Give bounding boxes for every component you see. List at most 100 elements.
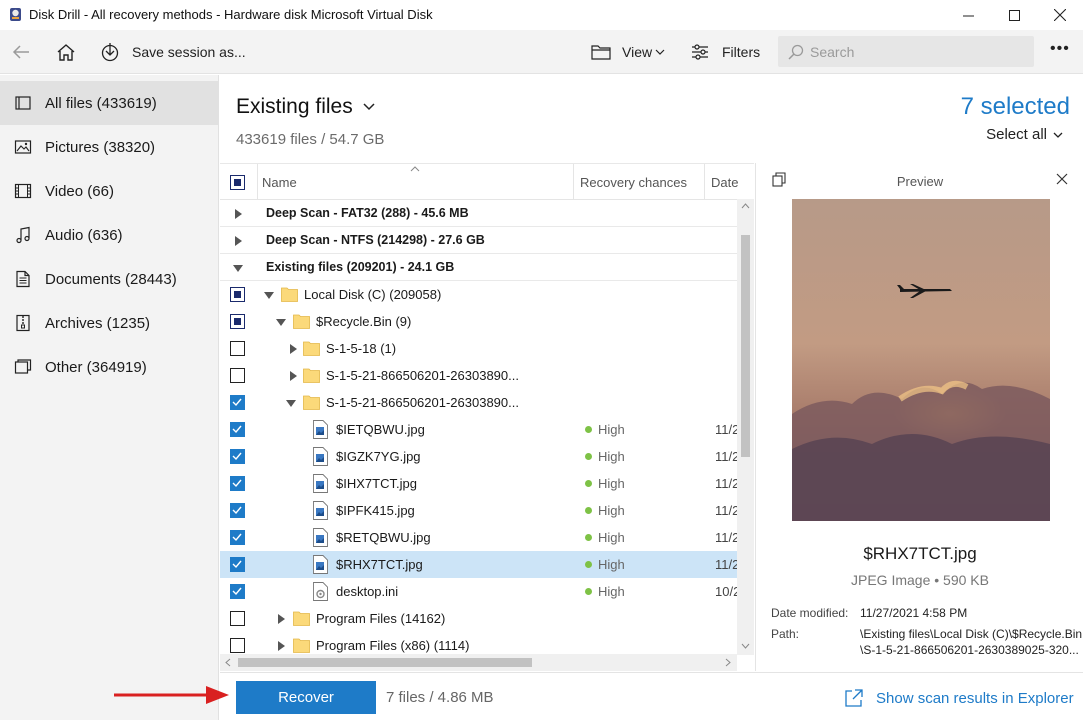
column-header-name[interactable]: Name xyxy=(262,175,297,190)
sidebar-item-video[interactable]: Video (66) xyxy=(0,169,219,213)
row-checkbox[interactable] xyxy=(230,557,245,572)
table-row-selected[interactable]: $RHX7TCT.jpg High 11/2 xyxy=(220,551,739,578)
preview-title: Preview xyxy=(896,174,944,189)
date-modified-value: 11/27/2021 4:58 PM xyxy=(860,606,968,620)
image-file-icon xyxy=(313,474,328,493)
row-checkbox[interactable] xyxy=(230,395,245,410)
row-date: 11/2 xyxy=(715,530,740,545)
row-checkbox[interactable] xyxy=(230,287,245,302)
scroll-right-icon[interactable] xyxy=(725,658,731,667)
scroll-down-icon[interactable] xyxy=(741,643,750,649)
close-preview-icon[interactable] xyxy=(1056,173,1068,185)
table-row[interactable]: Local Disk (C) (209058) xyxy=(220,281,737,308)
folder-icon xyxy=(303,368,320,383)
collapse-arrow-icon[interactable] xyxy=(232,262,244,274)
page-title[interactable]: Existing files xyxy=(236,95,353,119)
collapse-arrow-icon[interactable] xyxy=(285,397,297,409)
sort-ascending-icon xyxy=(410,166,420,172)
table-row[interactable]: desktop.ini High 10/2 xyxy=(220,578,740,605)
select-all-button[interactable]: Select all xyxy=(986,126,1047,143)
save-session-button[interactable]: Save session as... xyxy=(132,44,246,60)
scrollbar-thumb[interactable] xyxy=(741,235,750,457)
row-checkbox[interactable] xyxy=(230,341,245,356)
show-in-explorer-link[interactable]: Show scan results in Explorer xyxy=(845,687,1074,709)
view-folder-icon-wrap[interactable] xyxy=(588,39,614,65)
table-row[interactable]: Existing files (209201) - 24.1 GB xyxy=(220,254,737,281)
table-row[interactable]: $IPFK415.jpg High 11/2 xyxy=(220,497,739,524)
sidebar-item-all-files[interactable]: All files (433619) xyxy=(0,81,219,125)
sidebar-item-other[interactable]: Other (364919) xyxy=(0,345,219,389)
close-icon xyxy=(1054,9,1066,21)
row-checkbox[interactable] xyxy=(230,449,245,464)
expand-arrow-icon[interactable] xyxy=(275,640,287,652)
expand-arrow-icon[interactable] xyxy=(232,208,244,220)
header-checkbox[interactable] xyxy=(230,175,245,190)
view-menu[interactable]: View xyxy=(622,44,652,60)
search-input[interactable] xyxy=(810,36,1026,67)
sidebar-item-pictures[interactable]: Pictures (38320) xyxy=(0,125,219,169)
expand-arrow-icon[interactable] xyxy=(275,613,287,625)
row-checkbox[interactable] xyxy=(230,503,245,518)
row-checkbox[interactable] xyxy=(230,638,245,653)
disk-drill-app-icon xyxy=(10,8,21,21)
row-checkbox[interactable] xyxy=(230,476,245,491)
row-checkbox[interactable] xyxy=(230,530,245,545)
expand-arrow-icon[interactable] xyxy=(287,343,299,355)
table-row[interactable]: $RETQBWU.jpg High 11/2 xyxy=(220,524,740,551)
checkmark-icon xyxy=(232,398,242,407)
more-options-button[interactable]: ••• xyxy=(1050,40,1070,58)
folder-icon xyxy=(293,611,310,626)
sidebar-item-label: Video (66) xyxy=(45,183,114,200)
table-row[interactable]: $IGZK7YG.jpg High 11/2 xyxy=(220,443,739,470)
home-button[interactable] xyxy=(53,39,79,65)
row-checkbox[interactable] xyxy=(230,611,245,626)
table-row[interactable]: Deep Scan - NTFS (214298) - 27.6 GB xyxy=(220,227,737,254)
column-header-recovery-chances[interactable]: Recovery chances xyxy=(580,175,687,190)
horizontal-scrollbar[interactable] xyxy=(220,654,737,671)
chevron-down-icon[interactable] xyxy=(361,99,377,115)
table-row[interactable]: S-1-5-21-866506201-26303890... xyxy=(220,389,737,416)
maximize-button[interactable] xyxy=(991,0,1037,30)
table-row[interactable]: $IHX7TCT.jpg High 11/2 xyxy=(220,470,739,497)
selected-count: 7 selected xyxy=(960,93,1070,120)
preview-image xyxy=(792,199,1050,521)
table-row[interactable]: S-1-5-18 (1) xyxy=(220,335,737,362)
row-checkbox[interactable] xyxy=(230,584,245,599)
expand-arrow-icon[interactable] xyxy=(287,370,299,382)
collapse-arrow-icon[interactable] xyxy=(275,316,287,328)
table-row[interactable]: $Recycle.Bin (9) xyxy=(220,308,737,335)
table-row[interactable]: Deep Scan - FAT32 (288) - 45.6 MB xyxy=(220,200,737,227)
recover-button[interactable]: Recover xyxy=(236,681,376,714)
table-row[interactable]: $IETQBWU.jpg High 11/2 xyxy=(220,416,739,443)
row-checkbox[interactable] xyxy=(230,422,245,437)
row-checkbox[interactable] xyxy=(230,368,245,383)
minimize-icon xyxy=(962,15,974,16)
collapse-arrow-icon[interactable] xyxy=(263,289,275,301)
chevron-down-icon[interactable] xyxy=(1052,129,1064,141)
scrollbar-thumb[interactable] xyxy=(238,658,532,667)
search-box[interactable] xyxy=(778,36,1034,67)
image-file-icon xyxy=(313,555,328,574)
expand-arrow-icon[interactable] xyxy=(232,235,244,247)
row-checkbox[interactable] xyxy=(230,314,245,329)
sidebar-item-documents[interactable]: Documents (28443) xyxy=(0,257,219,301)
filters-icon-wrap[interactable] xyxy=(687,39,713,65)
search-icon xyxy=(788,44,804,60)
checkmark-icon xyxy=(232,479,242,488)
sidebar-item-audio[interactable]: Audio (636) xyxy=(0,213,219,257)
scroll-left-icon[interactable] xyxy=(225,658,231,667)
row-name: $IETQBWU.jpg xyxy=(336,422,425,437)
sidebar-item-archives[interactable]: Archives (1235) xyxy=(0,301,219,345)
row-name: Local Disk (C) (209058) xyxy=(304,287,442,302)
vertical-scrollbar[interactable] xyxy=(737,199,754,655)
close-button[interactable] xyxy=(1037,0,1083,30)
save-session-icon-wrap[interactable] xyxy=(97,39,123,65)
results-table: Name Recovery chances Date Deep Scan - F… xyxy=(220,163,754,671)
scroll-up-icon[interactable] xyxy=(741,203,750,209)
minimize-button[interactable] xyxy=(945,0,991,30)
back-button[interactable] xyxy=(8,39,34,65)
filters-button[interactable]: Filters xyxy=(722,44,760,60)
table-row[interactable]: Program Files (14162) xyxy=(220,605,737,632)
table-row[interactable]: S-1-5-21-866506201-26303890... xyxy=(220,362,737,389)
column-header-date[interactable]: Date xyxy=(711,175,738,190)
